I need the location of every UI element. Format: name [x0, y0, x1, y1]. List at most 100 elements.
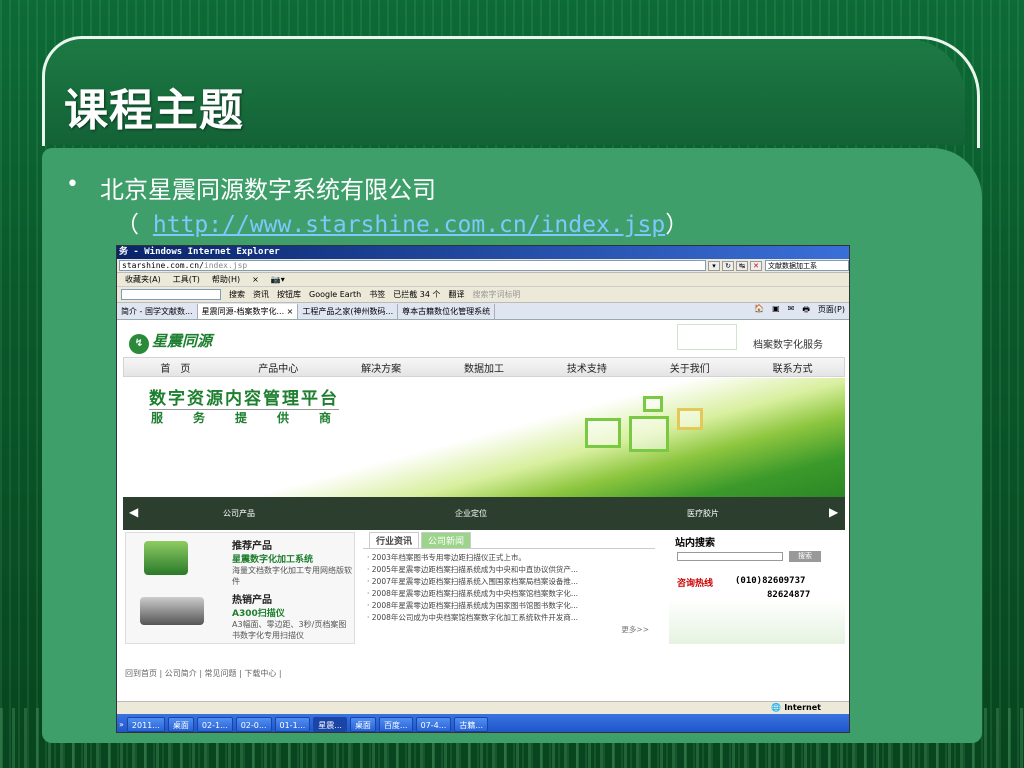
banner-title: 数字资源内容管理平台 [149, 384, 339, 410]
stop-icon[interactable]: ✕ [750, 260, 762, 271]
tool-translate[interactable]: 翻译 [448, 289, 464, 300]
forward-icon[interactable]: ↹ [736, 260, 748, 271]
browser-screenshot: 务 - Windows Internet Explorer starshine.… [116, 245, 850, 733]
website-content: ↯ 星震同源 档案数字化服务 首 页 产品中心 解决方案 数据加工 技术支持 关于… [117, 320, 849, 692]
menu-capture[interactable]: 📷▾ [271, 275, 285, 284]
menu-favorites[interactable]: 收藏夹(A) [125, 274, 161, 285]
nav-support[interactable]: 技术支持 [535, 360, 638, 375]
site-logo[interactable]: ↯ 星震同源 [129, 330, 212, 354]
menu-bar: 收藏夹(A) 工具(T) 帮助(H) × 📷▾ [117, 273, 849, 287]
tab-guji[interactable]: 尊本古籍数位化管理系统 [398, 303, 496, 319]
address-host: starshine.com.cn/ [122, 261, 204, 270]
hotline-label: 咨询热线 [677, 579, 714, 589]
tool-bookmarks[interactable]: 书签 [369, 289, 385, 300]
taskbar-item[interactable]: 桌面 [349, 716, 376, 732]
windows-taskbar: » 2011... 桌面 02-1... 02-0... 01-1... 星震.… [117, 714, 849, 732]
company-url-link[interactable]: http://www.starshine.com.cn/index.jsp [153, 212, 665, 238]
product-carousel: ◀ 公司产品 企业定位 医疗胶片 ▶ [123, 497, 845, 530]
page-menu[interactable]: 页面(P) [818, 304, 845, 318]
hot-product-link[interactable]: A300扫描仪 [232, 606, 352, 619]
feeds-icon[interactable]: ▣ [772, 304, 780, 318]
toolbar-search-input[interactable] [121, 289, 221, 300]
taskbar-item[interactable]: 古籍... [454, 716, 489, 732]
recommended-desc: 海量文档数字化加工专用网络版软件 [232, 566, 352, 586]
hot-desc: A3幅面、零边距、3秒/页档案图书数字化专用扫描仪 [232, 620, 347, 640]
address-input[interactable]: starshine.com.cn/index.jsp [119, 260, 706, 271]
nav-about[interactable]: 关于我们 [638, 360, 741, 375]
refresh-icon[interactable]: ↻ [722, 260, 734, 271]
tool-news[interactable]: 资讯 [253, 289, 269, 300]
news-item[interactable]: · 2008年星震零边距档案扫描系统成为中央档案馆档案数字化... [363, 588, 655, 600]
taskbar-item[interactable]: 百度... [378, 716, 413, 732]
logo-mark-icon: ↯ [129, 334, 149, 354]
menu-help[interactable]: 帮助(H) [212, 274, 240, 285]
banner-square [677, 408, 703, 430]
taskbar-item[interactable]: 02-0... [235, 716, 272, 732]
news-more-link[interactable]: 更多>> [363, 624, 655, 635]
search-box[interactable]: 文献数据加工系 [765, 260, 849, 271]
home-icon[interactable]: 🏠 [754, 304, 764, 318]
nav-contact[interactable]: 联系方式 [741, 360, 844, 375]
site-footer-links[interactable]: 回到首页 | 公司简介 | 常见问题 | 下载中心 | [125, 668, 282, 679]
news-item[interactable]: · 2008年星震零边距档案扫描系统成为国家图书馆图书数字化... [363, 600, 655, 612]
tab-industry-news[interactable]: 行业资讯 [369, 532, 420, 548]
company-name: 北京星震同源数字系统有限公司 [100, 176, 436, 204]
print-icon[interactable]: 🖶 [802, 304, 810, 318]
url-close: ） [665, 212, 689, 238]
banner-square [643, 396, 663, 412]
nav-products[interactable]: 产品中心 [227, 360, 330, 375]
tool-buttons[interactable]: 按钮库 [277, 289, 301, 300]
site-search-button[interactable]: 搜索 [789, 551, 821, 562]
news-item[interactable]: · 2005年星震零边距档案扫描系统成为中央和中直协议供货产... [363, 564, 655, 576]
nav-solutions[interactable]: 解决方案 [330, 360, 433, 375]
internet-zone: 🌐 Internet [771, 703, 821, 712]
url-line: （ http://www.starshine.com.cn/index.jsp） [116, 205, 688, 239]
status-bar: 🌐 Internet [117, 701, 849, 714]
carousel-item-products[interactable]: 公司产品 [223, 508, 255, 519]
url-open: （ [116, 212, 139, 238]
tool-google-earth[interactable]: Google Earth [309, 290, 361, 299]
carousel-next-icon[interactable]: ▶ [829, 505, 838, 519]
tab-guoxue[interactable]: 简介 - 国学文献数... [117, 303, 198, 319]
nav-data-processing[interactable]: 数据加工 [433, 360, 536, 375]
header-decoration [677, 324, 737, 350]
news-item[interactable]: · 2008年公司成为中央档案馆档案数字化加工系统软件开发商... [363, 612, 655, 624]
taskbar-item[interactable]: 02-1... [196, 716, 233, 732]
menu-tools[interactable]: 工具(T) [173, 274, 200, 285]
nav-home[interactable]: 首 页 [124, 360, 227, 375]
taskbar-item[interactable]: 2011... [126, 716, 165, 732]
featured-products: 推荐产品 星震数字化加工系统 海量文档数字化加工专用网络版软件 热销产品 A30… [125, 532, 355, 644]
tool-highlight[interactable]: 搜索字词标明 [472, 289, 520, 300]
hotline-number-2: 82624877 [767, 590, 811, 600]
taskbar-item[interactable]: 桌面 [167, 716, 194, 732]
toolbar: 搜索 资讯 按钮库 Google Earth 书签 已拦截 34 个 翻译 搜索… [117, 287, 849, 303]
tab-starshine[interactable]: 星震同源-档案数字化... × [197, 303, 299, 319]
tool-search[interactable]: 搜索 [229, 289, 245, 300]
carousel-prev-icon[interactable]: ◀ [129, 505, 138, 519]
zone-label: Internet [784, 703, 821, 712]
menu-close[interactable]: × [252, 275, 259, 284]
software-box-image [144, 541, 188, 575]
hot-title: 热销产品 [232, 595, 272, 606]
globe-icon: 🌐 [771, 703, 782, 712]
carousel-item-positioning[interactable]: 企业定位 [455, 508, 487, 519]
dropdown-icon[interactable]: ▾ [708, 260, 720, 271]
slide-title: 课程主题 [64, 85, 244, 136]
news-item[interactable]: · 2007年星震零边距档案扫描系统入围国家档案局档案设备推... [363, 576, 655, 588]
site-search: 站内搜索 搜索 咨询热线 (010)82609737 82624877 [669, 532, 845, 644]
news-item[interactable]: · 2003年档案图书专用零边距扫描仪正式上市。 [363, 552, 655, 564]
taskbar-item[interactable]: 01-1... [274, 716, 311, 732]
tab-engineering[interactable]: 工程产品之家(神州数码... [298, 303, 399, 319]
tool-popup-blocker[interactable]: 已拦截 34 个 [393, 289, 440, 300]
taskbar-item[interactable]: 星震... [313, 716, 347, 732]
command-bar: 🏠 ▣ ✉ 🖶 页面(P) [754, 304, 849, 318]
tab-bar: 简介 - 国学文献数... 星震同源-档案数字化... × 工程产品之家(神州数… [117, 303, 849, 320]
recommended-product-link[interactable]: 星震数字化加工系统 [232, 552, 352, 565]
carousel-item-medical-film[interactable]: 医疗胶片 [687, 508, 719, 519]
taskbar-item[interactable]: 07-4... [415, 716, 452, 732]
address-path: index.jsp [203, 261, 248, 270]
site-search-input[interactable] [677, 552, 783, 561]
taskbar-expand[interactable]: » [119, 720, 124, 729]
mail-icon[interactable]: ✉ [788, 304, 795, 318]
tab-company-news[interactable]: 公司新闻 [421, 532, 472, 548]
